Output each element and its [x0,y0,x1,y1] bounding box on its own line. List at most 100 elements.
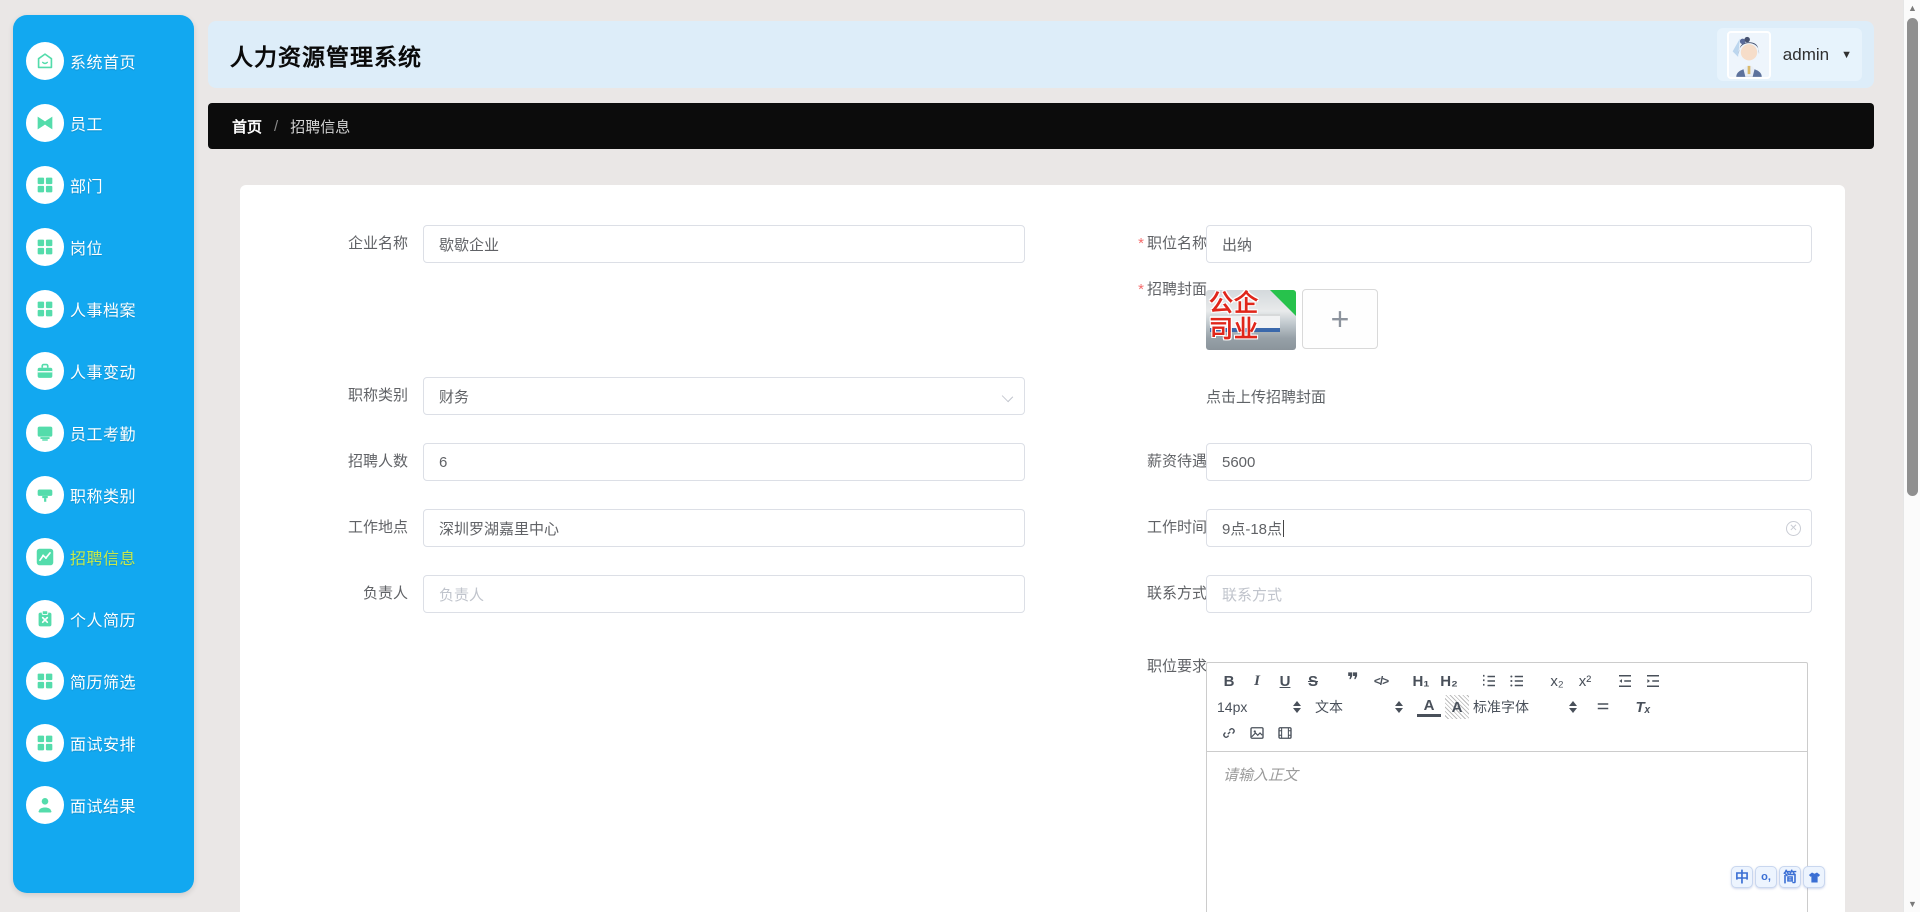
work-location-label: 工作地点 [347,519,408,536]
salary-input[interactable]: 5600 [1206,443,1812,481]
page-title: 人力资源管理系统 [230,43,422,70]
badge-icon [26,104,64,142]
ime-language-toggle[interactable]: 中 [1731,866,1753,888]
indent-icon[interactable] [1641,669,1665,693]
requirements-label: 职位要求 [1146,658,1207,675]
sidebar-item-interview-result[interactable]: 面试结果 [13,774,194,836]
font-family-picker[interactable]: 标准字体 [1473,695,1577,719]
vertical-scrollbar[interactable]: ▲ ▼ [1903,0,1920,912]
bold-button[interactable]: B [1217,669,1241,693]
editor-placeholder: 请输入正文 [1223,767,1299,784]
editor-toolbar: B I U S ❞ </> H₁ H₂ x₂ x² 14px 文本 A A 标准… [1207,663,1807,752]
text-color-button[interactable]: A [1417,697,1441,717]
sidebar-item-home[interactable]: 系统首页 [13,30,194,92]
video-icon[interactable] [1273,721,1297,745]
strikethrough-button[interactable]: S [1301,669,1325,693]
spinner-arrows-icon [1395,701,1403,713]
contact-input[interactable]: 联系方式 [1206,575,1812,613]
position-name-input[interactable]: 出纳 [1206,225,1812,263]
cover-upload-button[interactable]: + [1302,289,1378,349]
highlight-color-button[interactable]: A [1445,695,1469,719]
sidebar-item-department[interactable]: 部门 [13,154,194,216]
scrollbar-thumb[interactable] [1907,18,1918,496]
grid-icon [26,166,64,204]
manager-input[interactable]: 负责人 [423,575,1025,613]
home-icon [26,42,64,80]
subscript-button[interactable]: x₂ [1545,669,1569,693]
work-time-input[interactable]: 9点-18点 ✕ [1206,509,1812,547]
cover-text: 公企 司业 [1209,290,1259,343]
spinner-arrows-icon [1569,701,1577,713]
sidebar-item-recruitment-info[interactable]: 招聘信息 [13,526,194,588]
work-location-input[interactable]: 深圳罗湖嘉里中心 [423,509,1025,547]
grid-icon [26,290,64,328]
headcount-label: 招聘人数 [347,453,408,470]
breadcrumb-home-link[interactable]: 首页 [232,116,262,137]
sidebar-item-attendance[interactable]: 员工考勤 [13,402,194,464]
title-category-select[interactable]: 财务 [423,377,1025,415]
outdent-icon[interactable] [1613,669,1637,693]
superscript-button[interactable]: x² [1573,669,1597,693]
heading2-button[interactable]: H₂ [1437,669,1461,693]
grid-icon [26,228,64,266]
ime-skin-icon[interactable] [1803,866,1825,888]
code-block-button[interactable]: </> [1369,669,1393,693]
cover-thumbnail[interactable]: 公企 司业 [1206,290,1296,350]
paragraph-style-picker[interactable]: 文本 [1315,695,1403,719]
grid-icon [26,662,64,700]
breadcrumb: 首页 / 招聘信息 [208,103,1874,149]
contact-label: 联系方式 [1146,585,1207,602]
ime-punctuation-toggle[interactable]: o, [1755,866,1777,888]
scrollbar-down-arrow[interactable]: ▼ [1904,896,1920,912]
breadcrumb-separator: / [274,117,279,135]
required-asterisk: * [1138,281,1144,298]
blockquote-button[interactable]: ❞ [1341,669,1365,693]
sidebar-item-post[interactable]: 岗位 [13,216,194,278]
underline-button[interactable]: U [1273,669,1297,693]
chevron-down-icon [1001,390,1014,403]
clear-icon[interactable]: ✕ [1786,521,1801,536]
work-time-label: 工作时间 [1146,519,1207,536]
cover-corner-badge [1270,290,1296,316]
image-icon[interactable] [1245,721,1269,745]
user-menu[interactable]: admin ▼ [1716,28,1862,81]
ime-simplified-toggle[interactable]: 简 [1779,866,1801,888]
monitor-icon [26,414,64,452]
sidebar-item-title-category[interactable]: 职称类别 [13,464,194,526]
company-name-input[interactable]: 歇歇企业 [423,225,1025,263]
sidebar-item-personnel-change[interactable]: 人事变动 [13,340,194,402]
scrollbar-up-arrow[interactable]: ▲ [1904,0,1920,16]
position-name-label: * 职位名称 [1138,235,1207,252]
plus-icon: + [1330,301,1350,337]
recruitment-form-card: 企业名称 歇歇企业 职称类别 财务 招聘人数 6 工作地点 深圳罗湖嘉里中心 负… [240,185,1845,912]
avatar [1726,30,1771,79]
editor-body[interactable]: 请输入正文 [1207,752,1807,912]
headcount-input[interactable]: 6 [423,443,1025,481]
line-height-icon[interactable] [1591,695,1615,719]
sidebar-item-resume-screening[interactable]: 简历筛选 [13,650,194,712]
clipboard-icon [26,600,64,638]
clear-format-button[interactable]: Tₓ [1631,695,1655,719]
italic-button[interactable]: I [1245,669,1269,693]
printer-icon [26,476,64,514]
manager-label: 负责人 [362,585,408,602]
sidebar-item-personnel-archive[interactable]: 人事档案 [13,278,194,340]
sidebar-item-employee[interactable]: 员工 [13,92,194,154]
requirements-editor: B I U S ❞ </> H₁ H₂ x₂ x² 14px 文本 A A 标准… [1206,662,1808,912]
sidebar-item-resume[interactable]: 个人简历 [13,588,194,650]
heading1-button[interactable]: H₁ [1409,669,1433,693]
title-category-label: 职称类别 [347,387,408,404]
bullet-list-icon[interactable] [1505,669,1529,693]
cover-label: * 招聘封面 [1138,281,1207,298]
font-size-picker[interactable]: 14px [1217,695,1301,719]
link-icon[interactable] [1217,721,1241,745]
required-asterisk: * [1138,235,1144,252]
chevron-down-icon: ▼ [1841,48,1852,61]
chart-icon [26,538,64,576]
user-name: admin [1782,44,1830,64]
person-icon [26,786,64,824]
sidebar: 系统首页 员工 部门 岗位 人事档案 人事变动 员工考勤 职称类别 招聘信息 个… [13,15,194,893]
spinner-arrows-icon [1293,701,1301,713]
sidebar-item-interview-schedule[interactable]: 面试安排 [13,712,194,774]
ordered-list-icon[interactable] [1477,669,1501,693]
